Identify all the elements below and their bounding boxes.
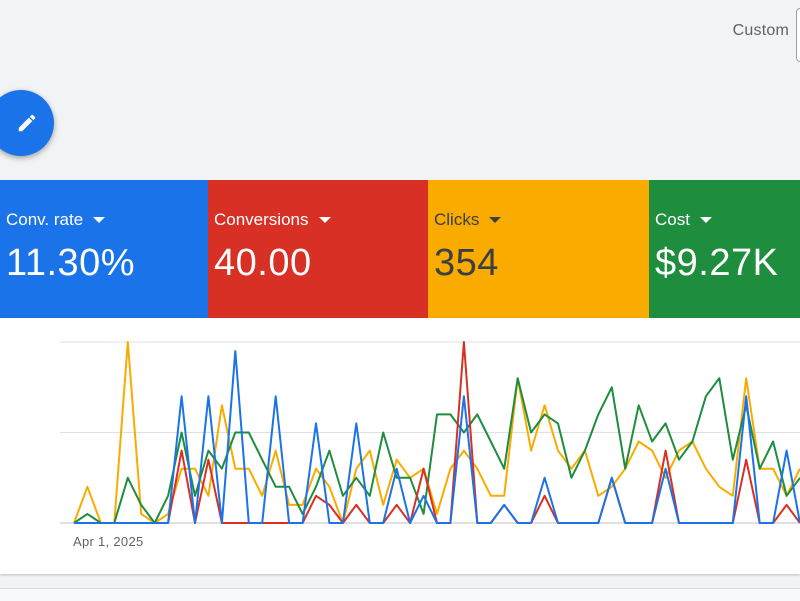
caret-down-icon — [93, 217, 106, 223]
metric-value: 354 — [434, 242, 499, 284]
metric-dropdown-conversions[interactable]: Conversions — [214, 210, 331, 230]
top-bar: Custom — [0, 0, 800, 64]
date-range-picker[interactable] — [796, 8, 800, 62]
date-range-label[interactable]: Custom — [733, 22, 789, 40]
metric-dropdown-clicks[interactable]: Clicks — [434, 210, 502, 230]
x-axis-start-label: Apr 1, 2025 — [73, 534, 144, 549]
metric-label: Clicks — [434, 210, 480, 229]
metric-label: Conv. rate — [6, 210, 84, 229]
metric-label: Cost — [655, 210, 690, 229]
metric-card-conv-rate[interactable]: Conv. rate 11.30% — [0, 180, 208, 318]
caret-down-icon — [318, 217, 331, 223]
edit-fab-button[interactable] — [0, 90, 54, 156]
performance-chart: Apr 1, 2025 — [0, 318, 800, 574]
metric-label: Conversions — [214, 210, 309, 229]
metric-value: $9.27K — [655, 242, 779, 284]
metric-card-conversions[interactable]: Conversions 40.00 — [208, 180, 428, 318]
pencil-icon — [18, 114, 36, 132]
metric-value: 40.00 — [214, 242, 312, 284]
bottom-divider — [0, 588, 800, 601]
caret-down-icon — [489, 217, 502, 223]
metric-value: 11.30% — [6, 242, 136, 284]
chart-plot — [60, 341, 800, 524]
metric-dropdown-conv-rate[interactable]: Conv. rate — [6, 210, 106, 230]
metric-cards: Conv. rate 11.30% Conversions 40.00 Clic… — [0, 180, 800, 318]
caret-down-icon — [699, 217, 712, 223]
metric-card-cost[interactable]: Cost $9.27K — [649, 180, 800, 318]
metric-card-clicks[interactable]: Clicks 354 — [428, 180, 649, 318]
metric-dropdown-cost[interactable]: Cost — [655, 210, 712, 230]
